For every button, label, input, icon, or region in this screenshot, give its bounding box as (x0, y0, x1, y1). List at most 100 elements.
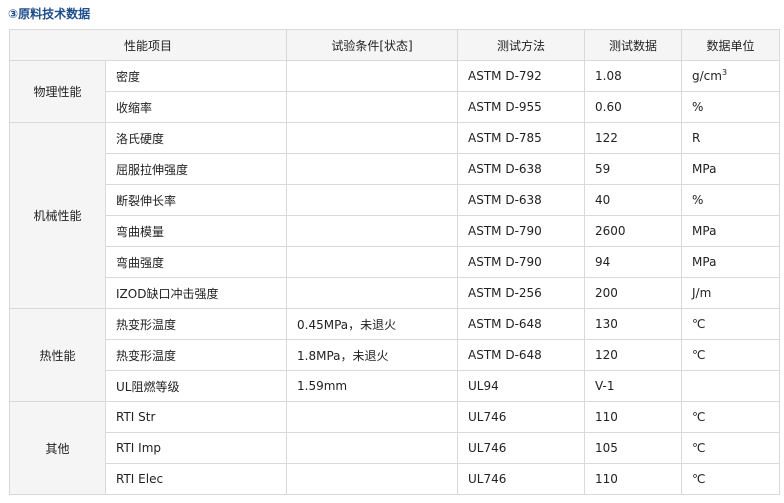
category-cell: 物理性能 (9, 60, 106, 123)
table-header-row: 性能项目 试验条件[状态] 测试方法 测试数据 数据单位 (8, 29, 781, 61)
value-cell: V-1 (584, 370, 683, 402)
category-cell: 机械性能 (9, 122, 106, 309)
header-unit: 数据单位 (681, 29, 781, 61)
condition-cell (286, 463, 459, 495)
method-cell: ASTM D-648 (457, 308, 586, 340)
table-row: 热性能 热变形温度 0.45MPa，未退火 ASTM D-648 130 ℃ (9, 308, 781, 402)
value-cell: 1.08 (584, 60, 683, 92)
condition-cell: 1.59mm (286, 370, 459, 402)
value-cell: 0.60 (584, 91, 683, 123)
unit-text: ℃ (692, 410, 706, 424)
value-cell: 130 (584, 308, 683, 340)
property-cell: IZOD缺口冲击强度 (104, 277, 288, 309)
property-cell: 断裂伸长率 (104, 184, 288, 216)
table-row: 热变形温度 1.8MPa，未退火 ASTM D-648 120 ℃ (10, 339, 781, 371)
property-cell: 屈服拉伸强度 (104, 153, 288, 185)
unit-cell: ℃ (681, 401, 781, 433)
unit-text: J/m (692, 286, 712, 300)
spec-table: 性能项目 试验条件[状态] 测试方法 测试数据 数据单位 物理性能 密度 ASTM … (8, 29, 781, 495)
property-cell: 密度 (104, 60, 288, 92)
value-cell: 122 (584, 122, 683, 154)
unit-cell: % (681, 91, 781, 123)
method-cell: ASTM D-955 (457, 91, 586, 123)
table-row: 弯曲强度 ASTM D-790 94 MPa (10, 246, 781, 278)
unit-text: g/cm (692, 69, 722, 83)
table-row: 收缩率 ASTM D-955 0.60% (10, 91, 781, 123)
property-cell: 洛氏硬度 (104, 122, 288, 154)
header-value: 测试数据 (584, 29, 683, 61)
property-cell: UL阻燃等级 (104, 370, 288, 402)
table-row: 物理性能 密度 ASTM D-792 1.08 g/cm3 (9, 60, 781, 123)
property-cell: RTI Elec (104, 463, 288, 495)
method-cell: ASTM D-638 (457, 153, 586, 185)
method-cell: ASTM D-256 (457, 277, 586, 309)
table-row: 机械性能 洛氏硬度 ASTM D-785 122 R (9, 122, 781, 309)
method-cell: ASTM D-638 (457, 184, 586, 216)
unit-text: ℃ (692, 472, 706, 486)
unit-text: % (692, 193, 704, 207)
unit-text: R (692, 131, 701, 145)
unit-cell: R (681, 122, 781, 154)
unit-text: % (692, 100, 704, 114)
condition-cell (286, 215, 459, 247)
property-cell: 弯曲强度 (104, 246, 288, 278)
property-cell: RTI Str (104, 401, 288, 433)
condition-cell (286, 277, 459, 309)
method-cell: ASTM D-648 (457, 339, 586, 371)
table-row: 其他 RTI Str UL746 110 ℃ (9, 401, 781, 495)
condition-cell (286, 153, 459, 185)
value-cell: 94 (584, 246, 683, 278)
property-cell: 收缩率 (104, 91, 288, 123)
unit-cell: MPa (681, 246, 781, 278)
unit-cell: ℃ (681, 432, 781, 464)
header-condition: 试验条件[状态] (286, 29, 459, 61)
method-cell: ASTM D-790 (457, 246, 586, 278)
unit-cell: % (681, 184, 781, 216)
unit-cell: ℃ (681, 339, 781, 371)
table-row: 弯曲模量 ASTM D-790 2600 MPa (10, 215, 781, 247)
table-row: UL阻燃等级 1.59mm UL94 V-1 (10, 370, 781, 402)
unit-cell: MPa (681, 153, 781, 185)
section-title: ③原料技术数据 (8, 7, 91, 21)
condition-cell: 1.8MPa，未退火 (286, 339, 459, 371)
condition-cell (286, 401, 459, 433)
unit-cell: MPa (681, 215, 781, 247)
value-cell: 200 (584, 277, 683, 309)
table-row: IZOD缺口冲击强度 ASTM D-256 200 J/m (10, 277, 781, 309)
table-row: RTI Elec UL746 110 ℃ (10, 463, 781, 495)
header-method: 测试方法 (457, 29, 586, 61)
value-cell: 120 (584, 339, 683, 371)
method-cell: UL746 (457, 401, 586, 433)
value-cell: 59 (584, 153, 683, 185)
value-cell: 40 (584, 184, 683, 216)
table-row: 屈服拉伸强度 ASTM D-638 59 MPa (10, 153, 781, 185)
unit-text: MPa (692, 255, 717, 269)
unit-text: ℃ (692, 441, 706, 455)
method-cell: ASTM D-790 (457, 215, 586, 247)
property-cell: RTI Imp (104, 432, 288, 464)
property-cell: 热变形温度 (104, 308, 288, 340)
method-cell: UL746 (457, 463, 586, 495)
condition-cell (286, 246, 459, 278)
method-cell: ASTM D-792 (457, 60, 586, 92)
category-cell: 其他 (9, 401, 106, 495)
method-cell: UL746 (457, 432, 586, 464)
condition-cell: 0.45MPa，未退火 (286, 308, 459, 340)
value-cell: 110 (584, 463, 683, 495)
unit-text: ℃ (692, 348, 706, 362)
condition-cell (286, 122, 459, 154)
property-cell: 热变形温度 (104, 339, 288, 371)
value-cell: 105 (584, 432, 683, 464)
unit-cell: g/cm3 (681, 60, 781, 92)
unit-superscript: 3 (721, 68, 728, 77)
header-property: 性能项目 (8, 29, 288, 61)
table-row: 断裂伸长率 ASTM D-638 40% (10, 184, 781, 216)
unit-cell: J/m (681, 277, 781, 309)
property-cell: 弯曲模量 (104, 215, 288, 247)
unit-cell: ℃ (681, 308, 781, 340)
method-cell: ASTM D-785 (457, 122, 586, 154)
unit-text: MPa (692, 162, 717, 176)
table-row: RTI Imp UL746 105 ℃ (10, 432, 781, 464)
condition-cell (286, 432, 459, 464)
unit-cell (681, 370, 781, 402)
